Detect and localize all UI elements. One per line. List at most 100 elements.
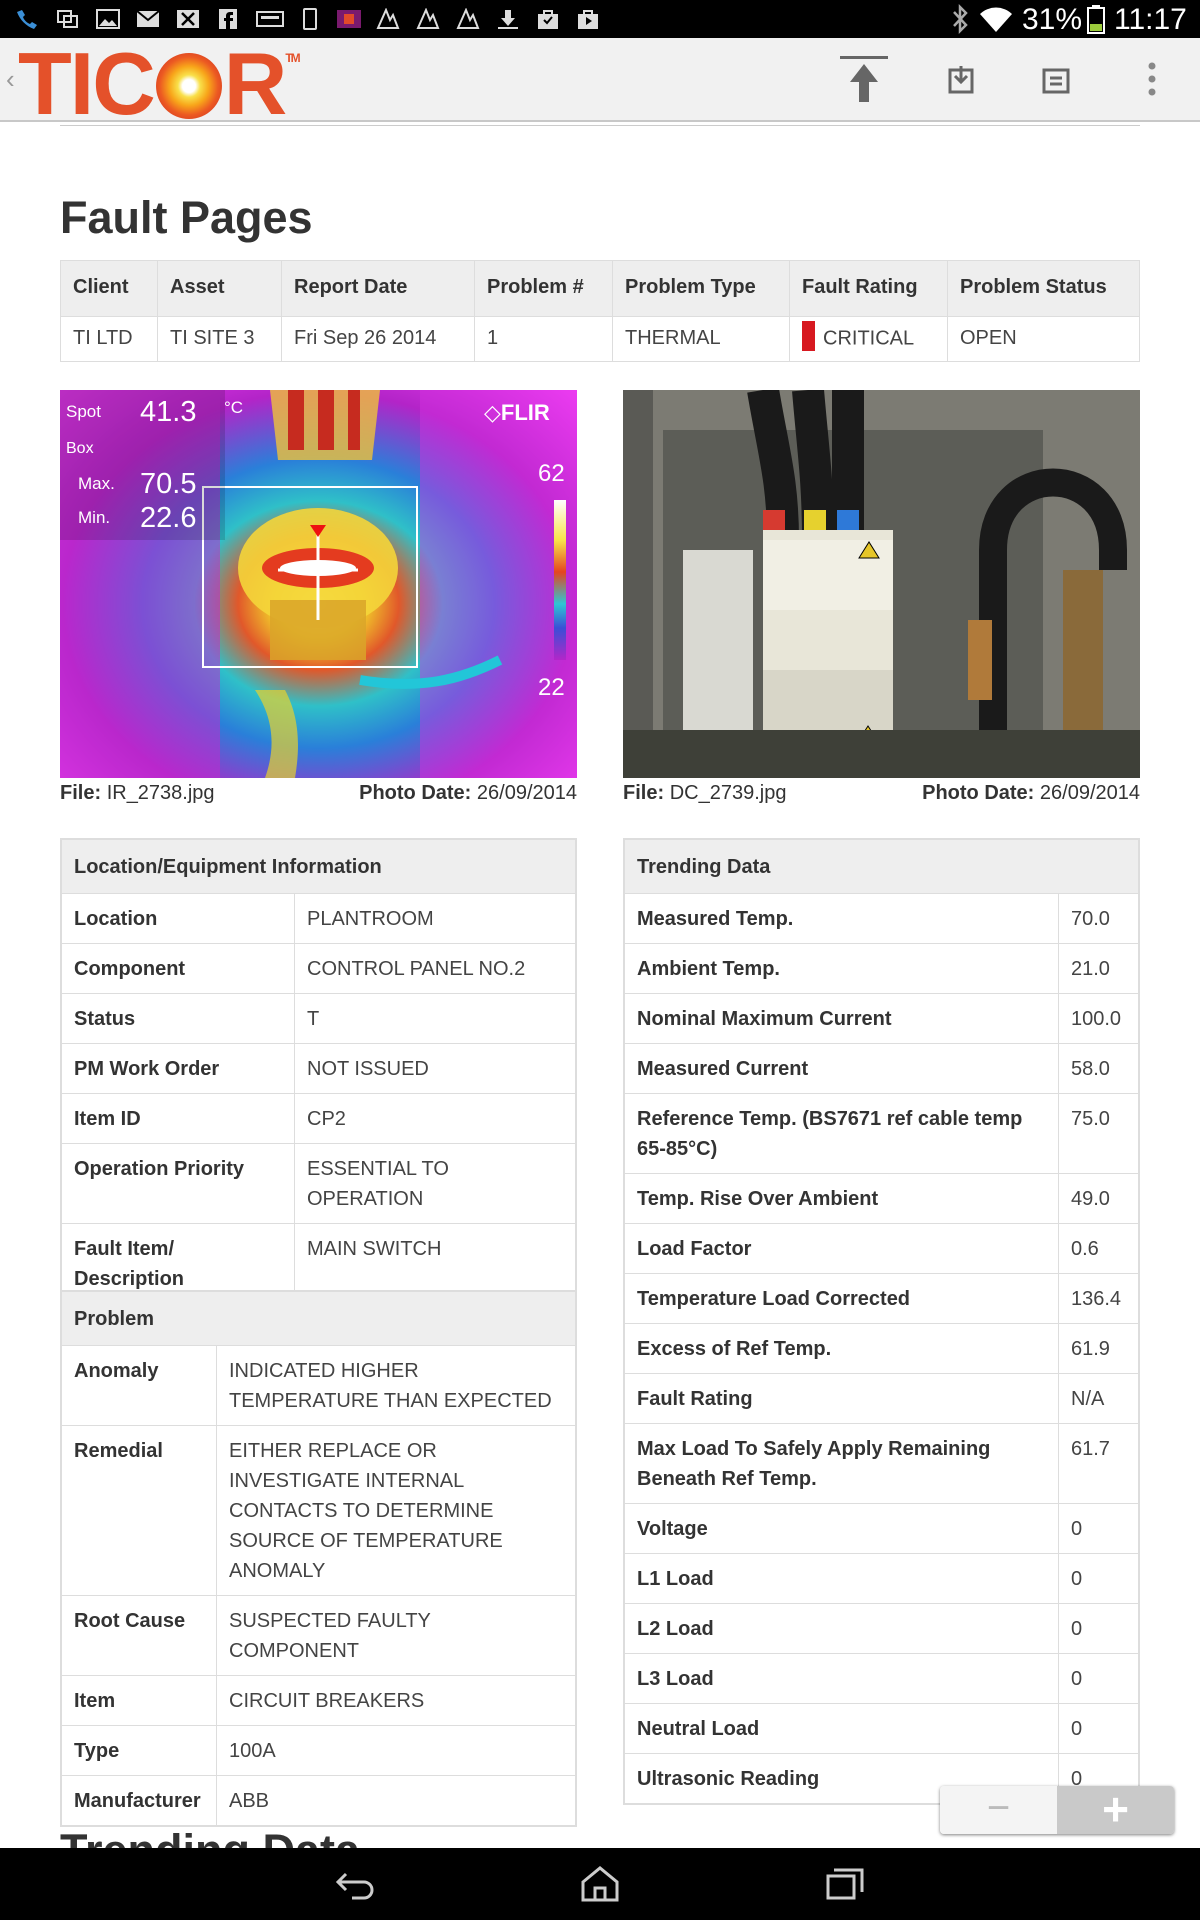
table-row: Status T — [61, 993, 576, 1044]
file-name: DC_2739.jpg — [669, 782, 787, 804]
fault-summary-table: Client Asset Report Date Problem # Probl… — [60, 260, 1140, 362]
row-key: Location — [61, 893, 295, 944]
row-key: Load Factor — [624, 1223, 1059, 1274]
spot-label: Spot — [66, 402, 101, 421]
row-value: 100A — [216, 1725, 576, 1776]
row-key: Status — [61, 993, 295, 1044]
row-value: 100.0 — [1058, 993, 1139, 1044]
column-header: Problem Status — [947, 260, 1140, 317]
row-key: Temperature Load Corrected — [624, 1273, 1059, 1324]
problem-panel: Problem Anomaly INDICATED HIGHER TEMPERAT… — [60, 1290, 577, 1827]
flir-text: FLIR — [500, 400, 550, 425]
row-value: N/A — [1058, 1373, 1139, 1424]
cell-asset: TI SITE 3 — [157, 316, 282, 362]
zoom-in-button[interactable]: + — [1057, 1786, 1174, 1834]
row-key: Excess of Ref Temp. — [624, 1323, 1059, 1374]
battery-icon — [1086, 4, 1106, 34]
table-row: Remedial EITHER REPLACE OR INVESTIGATE IN… — [61, 1425, 576, 1596]
photo-date: Photo Date: 26/09/2014 — [922, 782, 1140, 805]
import-icon[interactable] — [932, 52, 988, 108]
row-key: Root Cause — [61, 1595, 217, 1676]
max-label: Max. — [78, 474, 115, 493]
row-value: 0 — [1058, 1503, 1139, 1554]
bluetooth-icon — [948, 3, 972, 35]
sync-icon — [456, 7, 480, 30]
scroll-content[interactable]: Fault Pages Client Asset Report Date Pro… — [0, 122, 1200, 1848]
row-key: Voltage — [624, 1503, 1059, 1554]
table-row: PM Work Order NOT ISSUED — [61, 1043, 576, 1094]
column-header: Fault Rating — [789, 260, 948, 317]
table-row: Load Factor 0.6 — [624, 1223, 1139, 1274]
row-value: PLANTROOM — [294, 893, 576, 944]
photo-date-value: 26/09/2014 — [1039, 782, 1140, 804]
table-row: Location PLANTROOM — [61, 893, 576, 944]
row-value: 0.6 — [1058, 1223, 1139, 1274]
back-icon[interactable] — [332, 1864, 382, 1904]
x-box-icon — [176, 8, 200, 30]
trending-data-table: Trending Data Measured Temp. 70.0 Ambient… — [624, 839, 1139, 1804]
thermal-photo[interactable]: Spot 41.3 °C Box Max. 70.5 Min. 22.6 ◇FL… — [60, 390, 577, 778]
row-value: SUSPECTED FAULTY COMPONENT — [216, 1595, 576, 1676]
row-value: 58.0 — [1058, 1043, 1139, 1094]
table-row: Item CIRCUIT BREAKERS — [61, 1675, 576, 1726]
min-label: Min. — [78, 508, 111, 527]
table-row: Type 100A — [61, 1725, 576, 1776]
scroll-to-top-icon[interactable] — [836, 52, 892, 108]
table-row: Measured Current 58.0 — [624, 1043, 1139, 1094]
export-icon[interactable] — [1028, 52, 1084, 108]
zoom-controls: − + — [940, 1786, 1174, 1834]
table-row: Voltage 0 — [624, 1503, 1139, 1554]
temp-unit: °C — [224, 398, 244, 417]
column-header: Problem Type — [612, 260, 790, 317]
row-value: 136.4 — [1058, 1273, 1139, 1324]
row-key: Anomaly — [61, 1345, 217, 1426]
row-key: L3 Load — [624, 1653, 1059, 1704]
row-value: CONTROL PANEL NO.2 — [294, 943, 576, 994]
cell-problem-type: THERMAL — [612, 316, 790, 362]
status-bar: 31% 11:17 — [0, 0, 1200, 38]
table-row[interactable]: TI LTD TI SITE 3 Fri Sep 26 2014 1 THERM… — [60, 316, 1140, 362]
row-key: Nominal Maximum Current — [624, 993, 1059, 1044]
zoom-out-button[interactable]: − — [940, 1786, 1057, 1834]
table-row: Reference Temp. (BS7671 ref cable temp 6… — [624, 1093, 1139, 1174]
row-value: 21.0 — [1058, 943, 1139, 994]
digital-photo[interactable] — [623, 390, 1140, 778]
row-key: Reference Temp. (BS7671 ref cable temp 6… — [624, 1093, 1059, 1174]
system-nav-bar — [0, 1848, 1200, 1920]
table-row: Measured Temp. 70.0 — [624, 893, 1139, 944]
page-title: Fault Pages — [60, 192, 313, 243]
table-row: Root Cause SUSPECTED FAULTY COMPONENT — [61, 1595, 576, 1676]
photo-date-label: Photo Date: — [359, 782, 472, 804]
critical-indicator — [802, 321, 815, 351]
row-value: T — [294, 993, 576, 1044]
trending-data-section-heading: Trending Data — [60, 1826, 360, 1849]
min-value: 22.6 — [140, 502, 197, 534]
facebook-icon — [216, 8, 240, 30]
table-row: Component CONTROL PANEL NO.2 — [61, 943, 576, 994]
clock: 11:17 — [1114, 3, 1187, 36]
problem-table: Problem Anomaly INDICATED HIGHER TEMPERAT… — [61, 1291, 576, 1826]
logo-text-left: TIC — [18, 34, 156, 133]
row-key: Ambient Temp. — [624, 943, 1059, 994]
row-value: 61.9 — [1058, 1323, 1139, 1374]
table-row: Ambient Temp. 21.0 — [624, 943, 1139, 994]
fault-rating-text: CRITICAL — [823, 327, 915, 350]
row-key: Measured Current — [624, 1043, 1059, 1094]
row-key: Measured Temp. — [624, 893, 1059, 944]
previous-table-edge — [60, 122, 1140, 126]
photo-date-value: 26/09/2014 — [476, 782, 577, 804]
flir-diamond-icon: ◇ — [484, 400, 501, 425]
home-icon[interactable] — [575, 1864, 625, 1904]
row-key: Max Load To Safely Apply Remaining Benea… — [624, 1423, 1059, 1504]
overflow-menu-icon[interactable] — [1124, 52, 1180, 108]
ticor-logo[interactable]: TIC RTM — [18, 40, 301, 128]
spot-value: 41.3 — [140, 396, 197, 428]
recent-apps-icon[interactable] — [818, 1864, 868, 1904]
row-value: 0 — [1058, 1703, 1139, 1754]
max-value: 70.5 — [140, 468, 197, 500]
digital-photo-caption: File: DC_2739.jpg Photo Date: 26/09/2014 — [623, 782, 1140, 805]
table-row: Anomaly INDICATED HIGHER TEMPERATURE THAN… — [61, 1345, 576, 1426]
up-caret-icon[interactable]: ‹ — [6, 64, 15, 95]
table-row: L1 Load 0 — [624, 1553, 1139, 1604]
cell-client: TI LTD — [60, 316, 158, 362]
